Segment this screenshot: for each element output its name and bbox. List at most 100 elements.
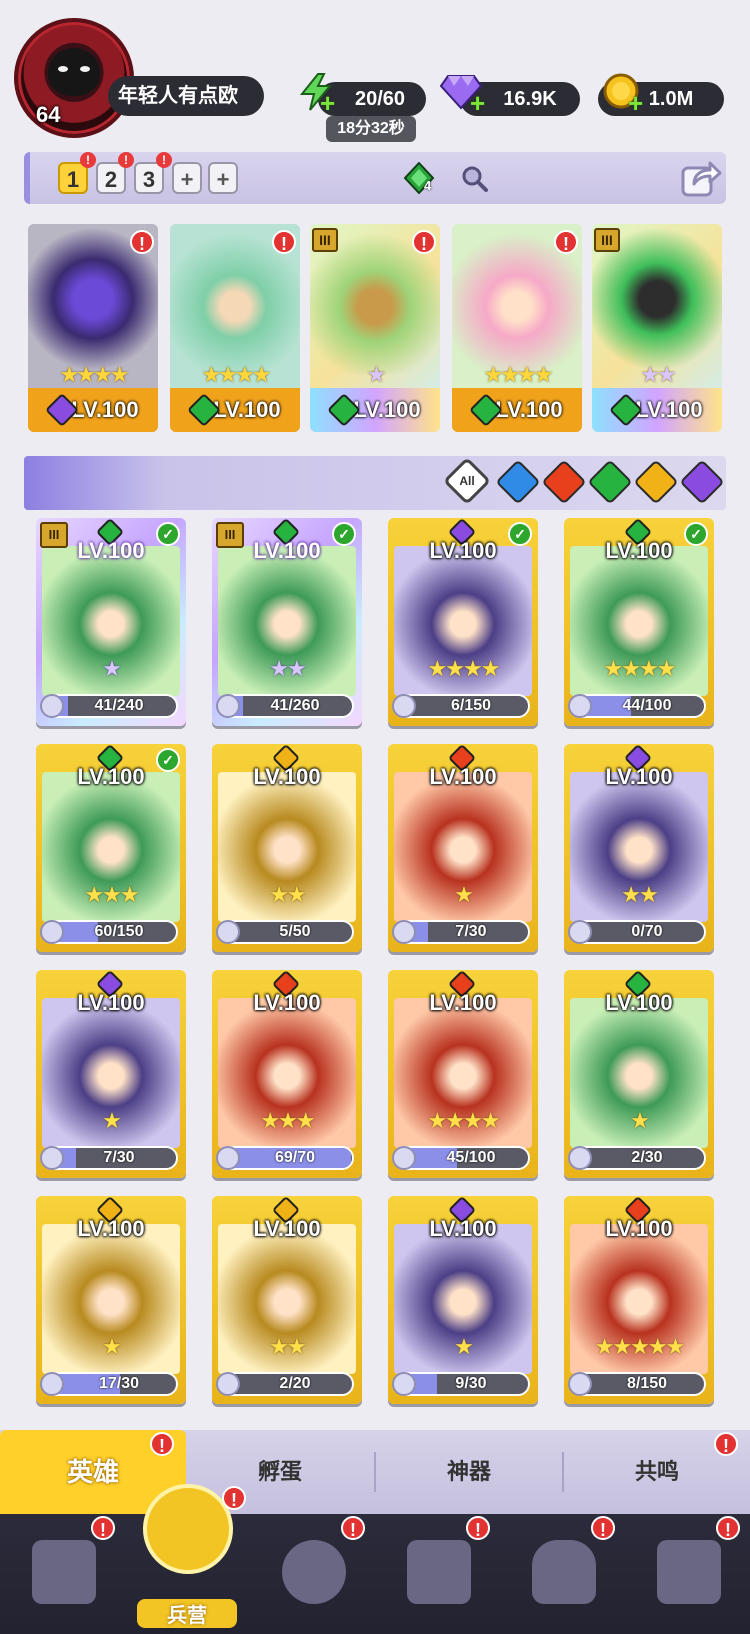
hero-card[interactable]: LV.100 ★★★ 69/70 bbox=[212, 970, 362, 1178]
shard-progress-text: 69/70 bbox=[274, 1149, 316, 1166]
tier-badge: III bbox=[216, 522, 244, 548]
nav-castle[interactable]: ! bbox=[375, 1514, 500, 1634]
filter-dark-icon[interactable] bbox=[679, 459, 725, 505]
filter-all-button[interactable]: All bbox=[442, 456, 492, 506]
shard-progress-bar: 69/70 bbox=[220, 1146, 354, 1170]
shard-progress-bar: 44/100 bbox=[572, 694, 706, 718]
nav-mushroom[interactable]: ! bbox=[500, 1514, 625, 1634]
hero-level: LV.100 bbox=[429, 1216, 497, 1241]
shard-progress-bar: 6/150 bbox=[396, 694, 530, 718]
slot-stars: ★★★★ bbox=[483, 362, 554, 387]
hero-shard-icon bbox=[216, 694, 240, 718]
hero-card[interactable]: LV.100 ✓ ★★★★ 6/150 bbox=[388, 518, 538, 726]
in-team-check-icon: ✓ bbox=[684, 522, 708, 546]
nav-cards[interactable]: ! bbox=[0, 1514, 125, 1634]
filter-light-icon[interactable] bbox=[633, 459, 679, 505]
hero-card[interactable]: LV.100 ★★ 2/20 bbox=[212, 1196, 362, 1404]
shard-progress-text: 41/240 bbox=[94, 697, 144, 714]
team-slot-1[interactable]: ★★★★ LV.100 ! bbox=[28, 224, 158, 432]
team-tab-add-1[interactable]: + bbox=[172, 162, 202, 194]
hero-card[interactable]: LV.100 ✓ ★★★ 60/150 bbox=[36, 744, 186, 952]
hero-card[interactable]: LV.100 III ✓ ★★ 41/260 bbox=[212, 518, 362, 726]
hero-shard-icon bbox=[40, 920, 64, 944]
search-icon[interactable] bbox=[460, 164, 488, 192]
shard-progress-text: 5/50 bbox=[279, 923, 311, 940]
hero-shard-icon bbox=[568, 1146, 592, 1170]
hero-card[interactable]: LV.100 ★★ 5/50 bbox=[212, 744, 362, 952]
upgrade-alert-icon: ! bbox=[412, 230, 436, 254]
nav-alert: ! bbox=[466, 1516, 490, 1540]
shard-progress-bar: 45/100 bbox=[396, 1146, 530, 1170]
team-slot-5[interactable]: ★★ LV.100 III bbox=[592, 224, 722, 432]
hero-shard-icon bbox=[392, 694, 416, 718]
hero-card[interactable]: LV.100 ★ 9/30 bbox=[388, 1196, 538, 1404]
upgrade-alert-icon: ! bbox=[554, 230, 578, 254]
shard-progress-bar: 41/240 bbox=[44, 694, 178, 718]
shard-progress-bar: 2/20 bbox=[220, 1372, 354, 1396]
team-slot-3[interactable]: ★ LV.100 III ! bbox=[310, 224, 440, 432]
filter-water-icon[interactable] bbox=[495, 459, 541, 505]
hero-card[interactable]: LV.100 ★★★★ 45/100 bbox=[388, 970, 538, 1178]
hero-shard-icon bbox=[568, 920, 592, 944]
hero-shard-icon bbox=[568, 1372, 592, 1396]
hero-card[interactable]: LV.100 ★★★★★ 8/150 bbox=[564, 1196, 714, 1404]
hero-stars: ★★ bbox=[269, 882, 306, 907]
hero-stars: ★ bbox=[454, 882, 474, 907]
nav-alert: ! bbox=[91, 1516, 115, 1540]
shard-progress-text: 6/150 bbox=[450, 697, 492, 714]
add-gems-icon[interactable]: + bbox=[470, 90, 488, 116]
in-team-check-icon: ✓ bbox=[332, 522, 356, 546]
tab-artifacts[interactable]: 神器 bbox=[376, 1430, 562, 1514]
hero-stars: ★ bbox=[102, 1334, 122, 1359]
slot-stars: ★★ bbox=[640, 362, 676, 387]
in-team-check-icon: ✓ bbox=[156, 522, 180, 546]
shard-progress-text: 44/100 bbox=[622, 697, 672, 714]
team-lineup: ★★★★ LV.100 ! ★★★★ LV.100 ! ★ LV.100 III… bbox=[28, 224, 726, 432]
hero-card[interactable]: LV.100 ✓ ★★★★ 44/100 bbox=[564, 518, 714, 726]
hero-card[interactable]: LV.100 ★★ 0/70 bbox=[564, 744, 714, 952]
nav-barracks[interactable]: 兵营 ! bbox=[125, 1484, 250, 1634]
hero-level: LV.100 bbox=[253, 1216, 321, 1241]
add-energy-icon[interactable]: + bbox=[320, 90, 338, 116]
hero-level: LV.100 bbox=[605, 990, 673, 1015]
share-icon[interactable] bbox=[680, 158, 722, 198]
shard-progress-text: 17/30 bbox=[98, 1375, 140, 1392]
hero-card[interactable]: LV.100 ★ 7/30 bbox=[388, 744, 538, 952]
filter-fire-icon[interactable] bbox=[541, 459, 587, 505]
shard-progress-text: 45/100 bbox=[446, 1149, 496, 1166]
add-gold-icon[interactable]: + bbox=[628, 90, 646, 116]
nav-alert: ! bbox=[341, 1516, 365, 1540]
shard-progress-text: 60/150 bbox=[94, 923, 144, 940]
barracks-icon bbox=[143, 1484, 233, 1574]
team-tab-add-2[interactable]: + bbox=[208, 162, 238, 194]
team-selector-bar: 1 ! 2 ! 3 ! + + 4 bbox=[24, 152, 726, 204]
team-slot-4[interactable]: ★★★★ LV.100 ! bbox=[452, 224, 582, 432]
shard-progress-bar: 7/30 bbox=[396, 920, 530, 944]
shard-progress-bar: 7/30 bbox=[44, 1146, 178, 1170]
energy-value: 20/60 bbox=[354, 88, 406, 110]
team-gem-button[interactable]: 4 bbox=[403, 161, 435, 195]
hero-card[interactable]: LV.100 III ✓ ★ 41/240 bbox=[36, 518, 186, 726]
hero-card[interactable]: LV.100 ★ 7/30 bbox=[36, 970, 186, 1178]
hero-stars: ★★ bbox=[269, 656, 306, 681]
hero-card[interactable]: LV.100 ★ 17/30 bbox=[36, 1196, 186, 1404]
hero-stars: ★★★★ bbox=[603, 656, 677, 681]
team-slot-2[interactable]: ★★★★ LV.100 ! bbox=[170, 224, 300, 432]
hero-stars: ★ bbox=[102, 656, 122, 681]
shard-progress-text: 7/30 bbox=[455, 923, 487, 940]
nav-guild[interactable]: ! bbox=[625, 1514, 750, 1634]
element-filter-bar: All bbox=[24, 456, 726, 510]
hero-stars: ★★★ bbox=[260, 1108, 315, 1133]
hero-stars: ★ bbox=[454, 1334, 474, 1359]
filter-nature-icon[interactable] bbox=[587, 459, 633, 505]
hero-card[interactable]: LV.100 ★ 2/30 bbox=[564, 970, 714, 1178]
player-name[interactable]: 年轻人有点欧 bbox=[108, 76, 264, 116]
player-avatar[interactable]: 64 bbox=[14, 18, 134, 138]
hero-shard-icon bbox=[40, 1372, 64, 1396]
hero-level: LV.100 bbox=[429, 990, 497, 1015]
nav-map[interactable]: ! bbox=[250, 1514, 375, 1634]
shard-progress-bar: 0/70 bbox=[572, 920, 706, 944]
hero-stars: ★★★★★ bbox=[594, 1334, 686, 1359]
tier-badge: III bbox=[312, 228, 338, 252]
gem-value: 16.9K bbox=[503, 88, 557, 110]
